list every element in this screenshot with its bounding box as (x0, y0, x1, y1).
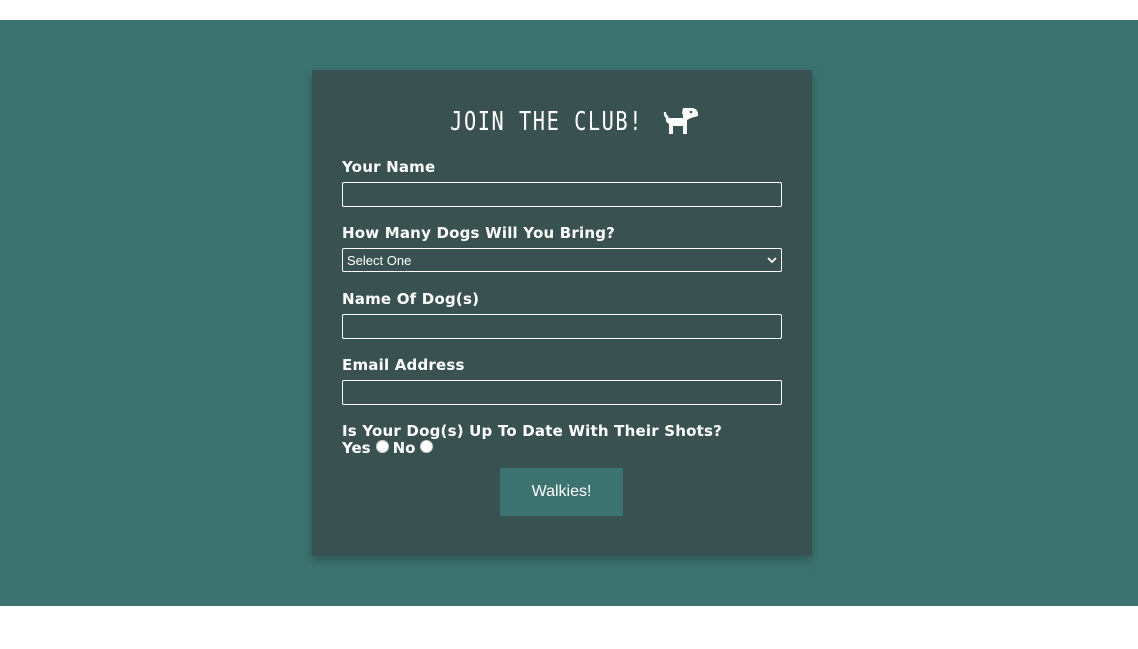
signup-form-card: JOIN THE CLUB! Your Name How Many Dogs W… (312, 70, 812, 556)
dog-names-label: Name Of Dog(s) (342, 290, 480, 308)
email-label: Email Address (342, 356, 465, 374)
dog-count-label: How Many Dogs Will You Bring? (342, 224, 616, 242)
email-input[interactable] (342, 380, 782, 405)
shots-no-radio[interactable] (420, 439, 434, 453)
dog-icon (663, 108, 698, 134)
shots-yes-radio[interactable] (375, 439, 389, 453)
name-label: Your Name (342, 158, 436, 176)
submit-button[interactable]: Walkies! (500, 468, 623, 516)
name-input[interactable] (342, 182, 782, 207)
shots-yes-label: Yes (342, 439, 371, 457)
form-header: JOIN THE CLUB! (312, 102, 812, 142)
form-title: JOIN THE CLUB! (450, 107, 644, 137)
shots-no-label: No (392, 439, 416, 457)
dog-count-select[interactable]: Select One (342, 248, 782, 272)
dog-count-selected: Select One (347, 252, 412, 268)
shots-radio-group: Yes No (342, 439, 437, 457)
chevron-down-icon (767, 257, 777, 264)
dog-names-input[interactable] (342, 314, 782, 339)
shots-label: Is Your Dog(s) Up To Date With Their Sho… (342, 422, 723, 440)
